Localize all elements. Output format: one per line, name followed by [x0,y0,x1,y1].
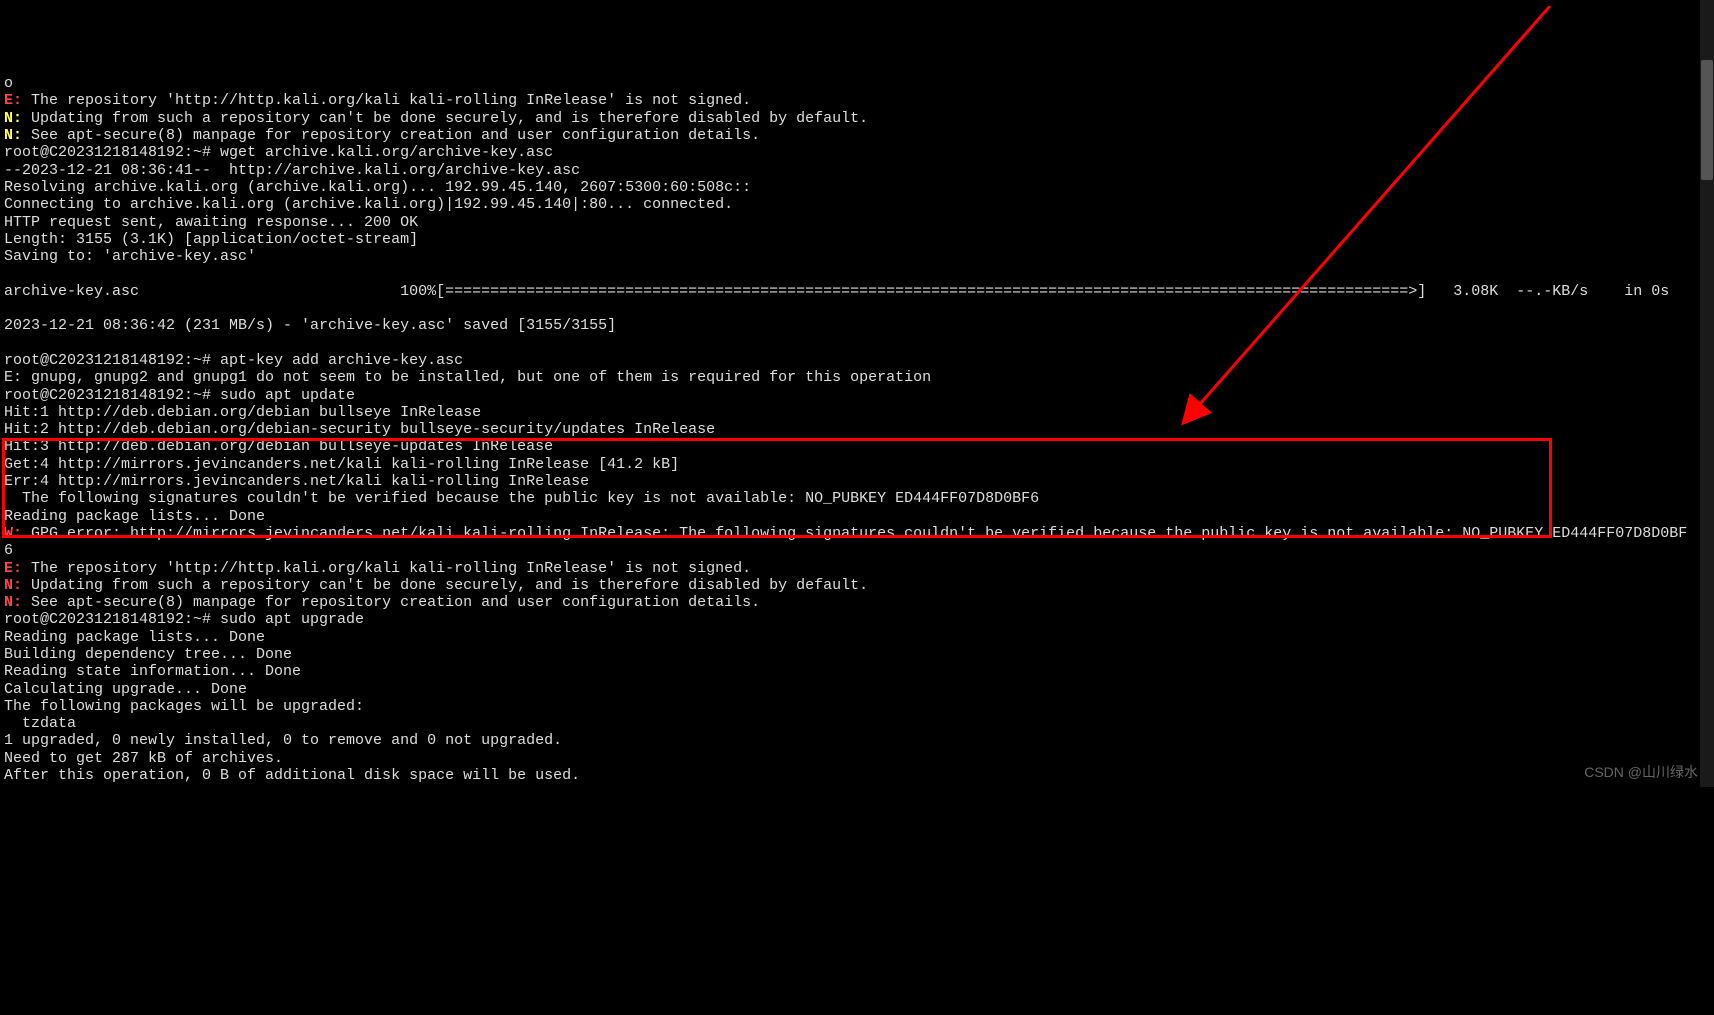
terminal-text-segment: 2023-12-21 08:36:42 (231 MB/s) - 'archiv… [4,317,616,334]
terminal-line: N: Updating from such a repository can't… [4,110,1710,127]
watermark-text: CSDN @山川绿水 [1584,764,1698,781]
terminal-text-segment: GPG error: http://mirrors.jevincanders.n… [22,525,1687,542]
terminal-text-segment [4,335,13,352]
terminal-text-segment: HTTP request sent, awaiting response... … [4,214,418,231]
terminal-line [4,300,1710,317]
terminal-text-segment: See apt-secure(8) manpage for repository… [22,594,760,611]
terminal-line: 6 [4,542,1710,559]
terminal-line: Reading package lists... Done [4,508,1710,525]
terminal-line: E: The repository 'http://http.kali.org/… [4,560,1710,577]
terminal-line: Hit:2 http://deb.debian.org/debian-secur… [4,421,1710,438]
terminal-output[interactable]: oE: The repository 'http://http.kali.org… [0,69,1714,790]
terminal-text-segment: Reading package lists... Done [4,629,265,646]
terminal-text-segment: tzdata [4,715,76,732]
terminal-text-segment: Hit:1 http://deb.debian.org/debian bulls… [4,404,481,421]
terminal-text-segment: Updating from such a repository can't be… [22,577,868,594]
terminal-line: N: See apt-secure(8) manpage for reposit… [4,127,1710,144]
terminal-text-segment: Length: 3155 (3.1K) [application/octet-s… [4,231,418,248]
terminal-text-segment: The following signatures couldn't be ver… [4,490,1039,507]
terminal-line: Calculating upgrade... Done [4,681,1710,698]
terminal-text-segment: The following packages will be upgraded: [4,698,364,715]
terminal-line: W: GPG error: http://mirrors.jevincander… [4,525,1710,542]
vertical-scrollbar[interactable] [1700,0,1714,787]
terminal-text-segment: N: [4,594,22,611]
terminal-text-segment: Reading package lists... Done [4,508,265,525]
terminal-line: E: gnupg, gnupg2 and gnupg1 do not seem … [4,369,1710,386]
terminal-text-segment: E: [4,560,22,577]
terminal-text-segment: archive-key.asc 100%[===================… [4,283,1669,300]
terminal-line: Reading state information... Done [4,663,1710,680]
terminal-text-segment: W: [4,525,22,542]
terminal-text-segment: root@C20231218148192:~# wget archive.kal… [4,144,553,161]
terminal-text-segment: Hit:3 http://deb.debian.org/debian bulls… [4,438,553,455]
terminal-text-segment: Saving to: 'archive-key.asc' [4,248,256,265]
terminal-text-segment: Get:4 http://mirrors.jevincanders.net/ka… [4,456,679,473]
terminal-text-segment: Need to get 287 kB of archives. [4,750,283,767]
terminal-line: Length: 3155 (3.1K) [application/octet-s… [4,231,1710,248]
terminal-line: root@C20231218148192:~# sudo apt update [4,387,1710,404]
terminal-text-segment: Updating from such a repository can't be… [22,110,868,127]
terminal-text-segment: The repository 'http://http.kali.org/kal… [22,92,751,109]
terminal-line: Resolving archive.kali.org (archive.kali… [4,179,1710,196]
terminal-line: Hit:1 http://deb.debian.org/debian bulls… [4,404,1710,421]
terminal-text-segment: root@C20231218148192:~# apt-key add arch… [4,352,463,369]
terminal-line: Building dependency tree... Done [4,646,1710,663]
terminal-text-segment: o [4,75,13,92]
terminal-text-segment: The repository 'http://http.kali.org/kal… [22,560,751,577]
terminal-text-segment: Building dependency tree... Done [4,646,292,663]
terminal-text-segment: root@C20231218148192:~# sudo apt upgrade [4,611,364,628]
terminal-text-segment: --2023-12-21 08:36:41-- http://archive.k… [4,162,580,179]
terminal-text-segment: 6 [4,542,13,559]
terminal-line: root@C20231218148192:~# sudo apt upgrade [4,611,1710,628]
terminal-line: 1 upgraded, 0 newly installed, 0 to remo… [4,732,1710,749]
terminal-text-segment: Resolving archive.kali.org (archive.kali… [4,179,751,196]
terminal-text-segment: N: [4,577,22,594]
scrollbar-thumb[interactable] [1701,60,1713,180]
terminal-line: Get:4 http://mirrors.jevincanders.net/ka… [4,456,1710,473]
terminal-text-segment: Err:4 http://mirrors.jevincanders.net/ka… [4,473,589,490]
terminal-text-segment [4,300,13,317]
terminal-text-segment [4,265,13,282]
terminal-text-segment: After this operation, 0 B of additional … [4,767,580,784]
terminal-text-segment: E: [4,92,22,109]
terminal-line: The following packages will be upgraded: [4,698,1710,715]
terminal-line: Reading package lists... Done [4,629,1710,646]
terminal-text-segment: N: [4,127,22,144]
terminal-text-segment: 1 upgraded, 0 newly installed, 0 to remo… [4,732,562,749]
terminal-text-segment: root@C20231218148192:~# sudo apt update [4,387,355,404]
terminal-line: Hit:3 http://deb.debian.org/debian bulls… [4,438,1710,455]
terminal-line: root@C20231218148192:~# wget archive.kal… [4,144,1710,161]
terminal-line: tzdata [4,715,1710,732]
terminal-line: root@C20231218148192:~# apt-key add arch… [4,352,1710,369]
terminal-line: Saving to: 'archive-key.asc' [4,248,1710,265]
terminal-text-segment: Calculating upgrade... Done [4,681,247,698]
terminal-line [4,335,1710,352]
terminal-line: After this operation, 0 B of additional … [4,767,1710,784]
terminal-text-segment: E: gnupg, gnupg2 and gnupg1 do not seem … [4,369,931,386]
terminal-line: o [4,75,1710,92]
terminal-text-segment: Connecting to archive.kali.org (archive.… [4,196,733,213]
terminal-line [4,265,1710,282]
terminal-line: 2023-12-21 08:36:42 (231 MB/s) - 'archiv… [4,317,1710,334]
terminal-line: N: Updating from such a repository can't… [4,577,1710,594]
terminal-line: N: See apt-secure(8) manpage for reposit… [4,594,1710,611]
terminal-line: --2023-12-21 08:36:41-- http://archive.k… [4,162,1710,179]
terminal-line: Connecting to archive.kali.org (archive.… [4,196,1710,213]
terminal-text-segment: N: [4,110,22,127]
terminal-text-segment: Hit:2 http://deb.debian.org/debian-secur… [4,421,715,438]
terminal-line: HTTP request sent, awaiting response... … [4,214,1710,231]
terminal-line: The following signatures couldn't be ver… [4,490,1710,507]
terminal-line: E: The repository 'http://http.kali.org/… [4,92,1710,109]
terminal-line: archive-key.asc 100%[===================… [4,283,1710,300]
terminal-line: Err:4 http://mirrors.jevincanders.net/ka… [4,473,1710,490]
terminal-text-segment: See apt-secure(8) manpage for repository… [22,127,760,144]
terminal-text-segment: Reading state information... Done [4,663,301,680]
terminal-line: Need to get 287 kB of archives. [4,750,1710,767]
